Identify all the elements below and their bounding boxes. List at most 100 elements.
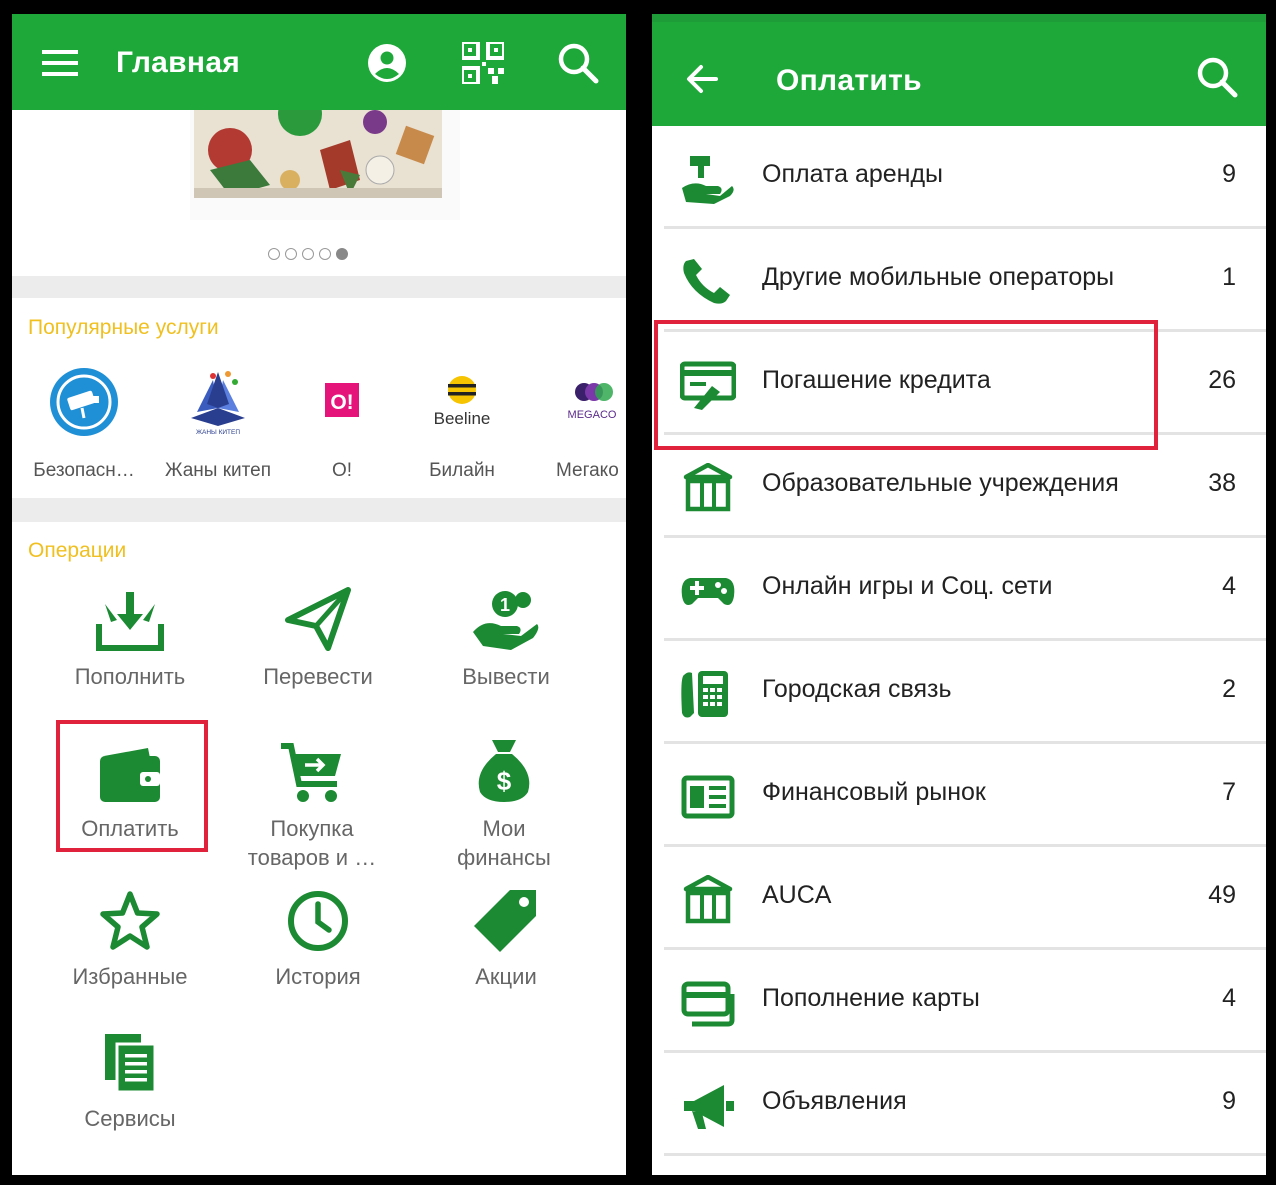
search-icon[interactable]: [557, 42, 599, 84]
category-label: Оплата аренды: [762, 160, 944, 188]
book-logo-icon: ЖАНЫ КИТЕП: [191, 371, 245, 436]
institution-icon: [683, 463, 733, 512]
pay-app-bar: Оплатить: [652, 22, 1266, 126]
row-divider: [664, 1153, 1266, 1156]
megacom-logo-icon: MEGACO: [568, 383, 617, 421]
operation-services[interactable]: Сервисы: [40, 1014, 220, 1133]
landline-icon: [681, 671, 728, 718]
operation-label: Вывести: [462, 664, 550, 689]
category-row-rent[interactable]: Оплата аренды 9: [652, 126, 1266, 229]
camera-shield-icon: [50, 368, 118, 436]
operation-withdraw[interactable]: 1 Вывести: [416, 572, 596, 691]
documents-icon: [105, 1034, 157, 1094]
pagination-dot[interactable]: [302, 248, 314, 260]
category-label: Образовательные учреждения: [762, 469, 1119, 497]
category-label: Объявления: [762, 1087, 907, 1115]
operation-label: История: [275, 964, 361, 989]
category-row-games[interactable]: Онлайн игры и Соц. сети 4: [652, 538, 1266, 641]
search-icon[interactable]: [1196, 56, 1238, 98]
star-icon: [100, 891, 160, 950]
category-count: 9: [1222, 160, 1236, 188]
category-count: 1: [1222, 263, 1236, 291]
category-row-mobile[interactable]: Другие мобильные операторы 1: [652, 229, 1266, 332]
money-bag-icon: $: [478, 740, 530, 802]
operation-promotions[interactable]: Акции: [416, 872, 596, 991]
highlight-pay-frame: [56, 720, 208, 852]
banner-pagination: [268, 248, 348, 260]
operation-label: Избранные: [72, 964, 188, 989]
category-count: 4: [1222, 984, 1236, 1012]
category-count: 2: [1222, 675, 1236, 703]
category-label: Другие мобильные операторы: [762, 263, 1115, 291]
pagination-dot[interactable]: [319, 248, 331, 260]
category-row-card-topup[interactable]: Пополнение карты 4: [652, 950, 1266, 1053]
operation-label: Пополнить: [74, 664, 186, 689]
home-app-bar: Главная: [12, 14, 626, 110]
finance-card-icon: [681, 775, 735, 819]
popular-service-megacom[interactable]: MEGACO Мегако: [532, 366, 626, 486]
qr-code-icon[interactable]: [462, 42, 504, 84]
back-arrow-icon[interactable]: [686, 64, 718, 94]
institution-icon: [683, 875, 733, 924]
operations-title: Операции: [28, 539, 127, 562]
clock-icon: [288, 891, 348, 951]
pagination-dot[interactable]: [285, 248, 297, 260]
phone-icon: [683, 259, 730, 304]
operation-favorites[interactable]: Избранные: [40, 872, 220, 991]
category-label: Финансовый рынок: [762, 778, 986, 806]
withdraw-hand-icon: 1: [473, 591, 539, 650]
cards-icon: [681, 981, 735, 1027]
cart-icon: [281, 743, 341, 802]
operation-my-finances[interactable]: $ Мои финансы: [414, 724, 594, 872]
logo-text: Beeline: [434, 409, 491, 428]
send-plane-icon: [285, 587, 351, 651]
pagination-dot-active[interactable]: [336, 248, 348, 260]
pagination-dot[interactable]: [268, 248, 280, 260]
category-count: 49: [1208, 881, 1236, 909]
popular-service-security[interactable]: Безопасн…: [24, 366, 144, 486]
section-divider: [12, 276, 626, 298]
deposit-icon: [96, 592, 164, 651]
popular-service-label: Жаны китеп: [164, 460, 272, 481]
operation-label: Перевести: [263, 664, 373, 689]
menu-icon[interactable]: [42, 50, 78, 76]
popular-service-label: Билайн: [429, 460, 495, 481]
tag-icon: [474, 890, 536, 952]
home-screen: Главная Популярные услуги Безопасн… ЖАНЫ…: [12, 14, 626, 1175]
svg-text:1: 1: [500, 595, 510, 615]
category-label: Пополнение карты: [762, 984, 980, 1012]
category-row-landline[interactable]: Городская связь 2: [652, 641, 1266, 744]
beeline-logo-icon: Beeline: [434, 376, 491, 428]
category-count: 7: [1222, 778, 1236, 806]
category-count: 9: [1222, 1087, 1236, 1115]
category-label: Городская связь: [762, 675, 952, 703]
popular-service-zhany-kitep[interactable]: ЖАНЫ КИТЕП Жаны китеп: [158, 366, 278, 486]
category-row-auca[interactable]: AUCA 49: [652, 847, 1266, 950]
operation-history[interactable]: История: [228, 872, 408, 991]
category-label: AUCA: [762, 881, 832, 909]
profile-icon[interactable]: [368, 44, 406, 82]
operation-deposit[interactable]: Пополнить: [40, 572, 220, 691]
popular-service-label: O!: [331, 460, 353, 481]
popular-service-beeline[interactable]: Beeline Билайн: [402, 366, 522, 486]
gamepad-icon: [681, 578, 735, 605]
category-count: 4: [1222, 572, 1236, 600]
operation-label: Акции: [475, 964, 537, 989]
operation-label: Мои финансы: [457, 816, 551, 870]
category-label: Онлайн игры и Соц. сети: [762, 572, 1053, 600]
popular-service-label: Безопасн…: [33, 460, 135, 481]
category-row-financial-market[interactable]: Финансовый рынок 7: [652, 744, 1266, 847]
category-row-ads[interactable]: Объявления 9: [652, 1053, 1266, 1156]
popular-services-title: Популярные услуги: [28, 316, 219, 339]
category-row-education[interactable]: Образовательные учреждения 38: [652, 435, 1266, 538]
category-count: 26: [1208, 366, 1236, 394]
highlight-credit-frame: [654, 320, 1158, 450]
page-title: Оплатить: [776, 64, 922, 97]
operation-transfer[interactable]: Перевести: [228, 572, 408, 691]
o-logo-icon: O!: [325, 383, 359, 417]
promo-banner[interactable]: [190, 110, 460, 220]
page-title: Главная: [116, 46, 241, 79]
category-count: 38: [1208, 469, 1236, 497]
popular-service-o[interactable]: O! O!: [282, 366, 402, 486]
operation-purchase[interactable]: Покупка товаров и …: [222, 724, 402, 872]
